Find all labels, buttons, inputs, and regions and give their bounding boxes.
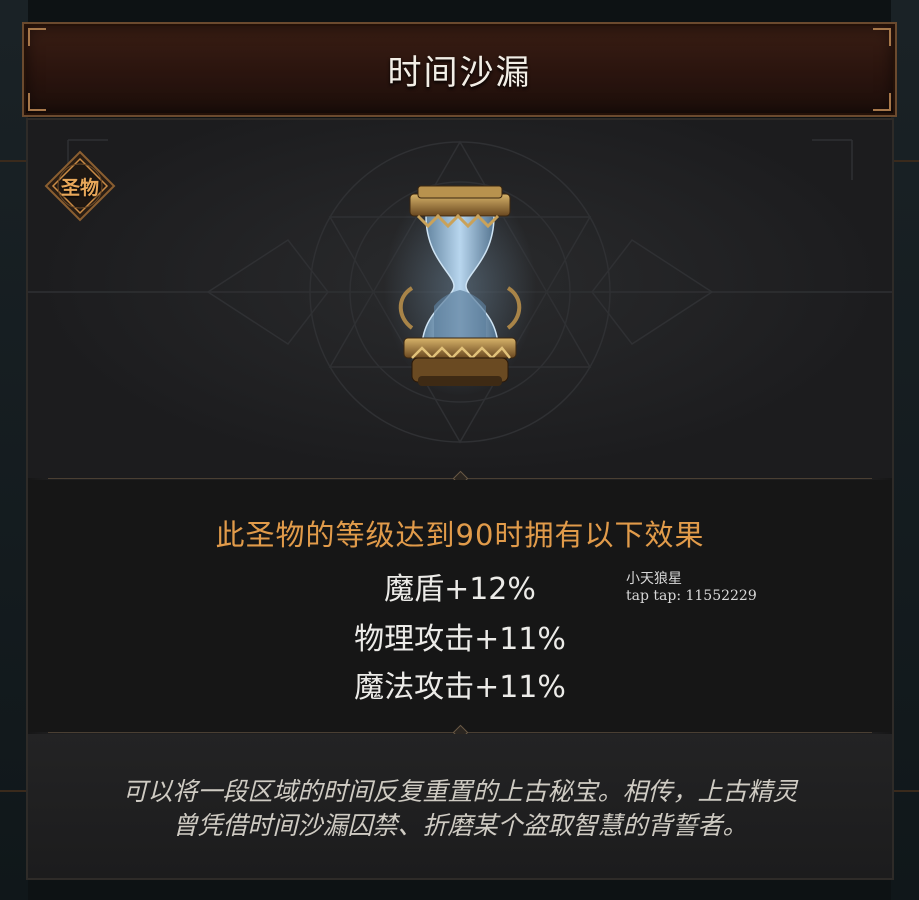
relic-badge: 圣物 — [44, 150, 116, 222]
stat-line: 魔盾+12% — [384, 572, 536, 607]
frame-corner — [28, 28, 46, 46]
section-divider — [48, 724, 872, 741]
lore-text-line: 曾凭借时间沙漏囚禁、折磨某个盗取智慧的背誓者。 — [172, 811, 748, 840]
item-name: 时间沙漏 — [387, 53, 532, 93]
hourglass-icon — [384, 180, 536, 396]
frame-corner — [873, 93, 891, 111]
background-right-edge — [891, 0, 919, 900]
effect-requirement-title: 此圣物的等级达到90时拥有以下效果 — [215, 518, 705, 552]
item-detail-panel: 圣物 此圣物的等级达到90时拥有以下效果 魔盾+12% 物理攻击+11% 魔法攻… — [26, 118, 894, 880]
frame-corner — [28, 93, 46, 111]
stat-line: 魔法攻击+11% — [354, 670, 566, 705]
watermark-tap-id: tap tap: 11552229 — [626, 588, 757, 604]
watermark-name: 小天狼星 — [626, 571, 682, 587]
relic-badge-label: 圣物 — [60, 176, 99, 199]
lore-text-line: 可以将一段区域的时间反复重置的上古秘宝。相传，上古精灵 — [122, 777, 798, 806]
item-title-bar: 时间沙漏 — [22, 22, 897, 117]
section-divider — [48, 470, 872, 487]
stat-line: 物理攻击+11% — [354, 622, 566, 657]
item-showcase: 圣物 — [28, 120, 892, 478]
frame-corner — [873, 28, 891, 46]
background-left-edge — [0, 0, 28, 900]
